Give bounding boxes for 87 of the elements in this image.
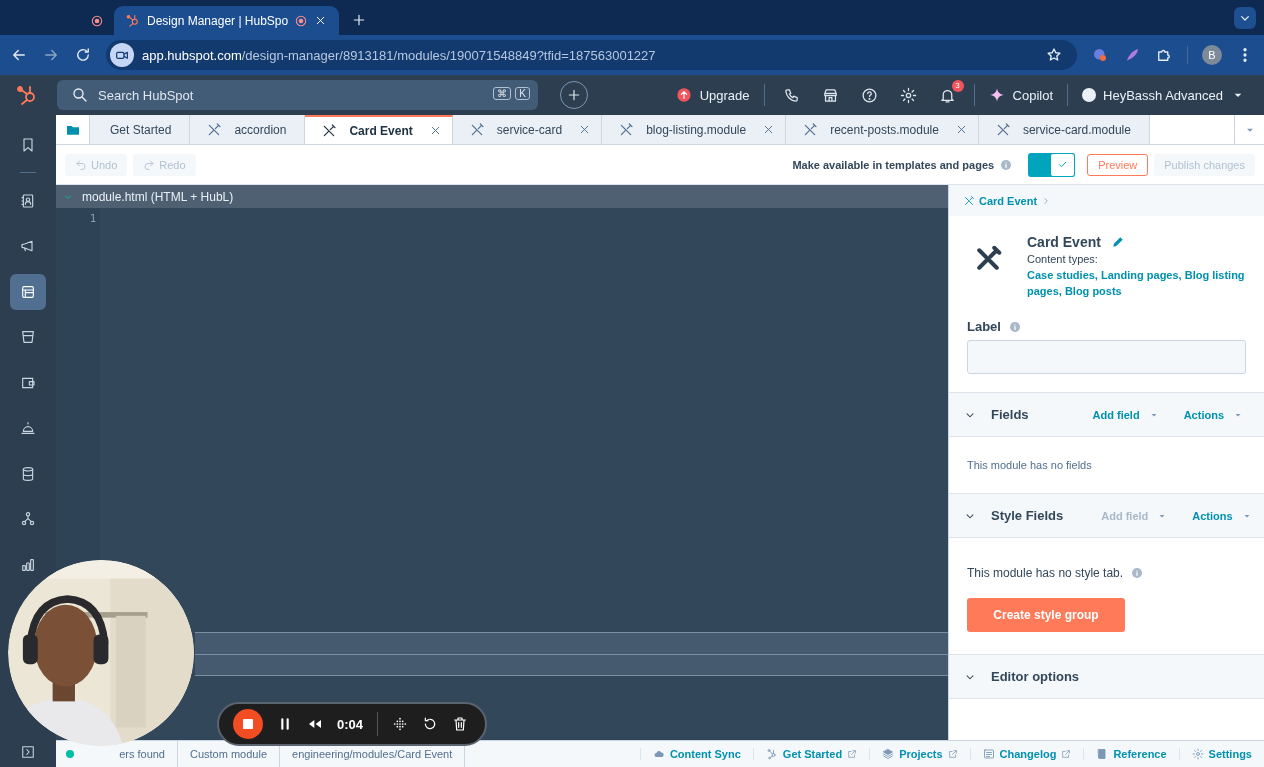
tab-label: Card Event	[348, 123, 414, 138]
book-icon	[1096, 748, 1109, 760]
file-name: module.html (HTML + HubL)	[82, 189, 234, 204]
profile-avatar[interactable]: B	[1202, 45, 1222, 65]
status-text: Custom module	[190, 748, 268, 760]
tools-icon	[963, 194, 975, 207]
network-icon	[765, 748, 778, 760]
section-header[interactable]: Fields Add field Actions	[949, 392, 1264, 437]
settings-icon	[1191, 748, 1204, 760]
account-menu[interactable]: HeyBassh Advanced	[1082, 87, 1246, 103]
layout-icon[interactable]	[10, 273, 46, 310]
module-title: Card Event	[1027, 234, 1101, 250]
preview-button[interactable]: Preview	[1087, 153, 1149, 176]
search-icon	[71, 86, 89, 104]
hubspot-logo-icon	[126, 13, 141, 28]
section-title: Fields	[991, 407, 1029, 422]
layers-icon	[882, 748, 895, 760]
tools-icon	[802, 121, 819, 138]
folder-button[interactable]	[56, 115, 90, 144]
info-icon	[1008, 320, 1021, 333]
settings-icon[interactable]	[899, 86, 917, 104]
tab-label: service-card.module	[1021, 122, 1132, 137]
recording-timer: 0:04	[337, 716, 364, 732]
tools-icon	[321, 122, 338, 139]
content-types-link[interactable]: Case studies, Landing pages, Blog listing pages, Blog posts	[1027, 267, 1250, 299]
avatar-icon	[1082, 88, 1097, 102]
tab-label: Get Started	[109, 122, 173, 137]
tools-icon	[206, 121, 223, 138]
field-label: Label	[967, 319, 1001, 334]
breadcrumb-link[interactable]: Card Event	[963, 194, 1038, 207]
actions-button[interactable]: Actions	[1192, 509, 1253, 522]
create-style-group-button[interactable]: Create style group	[967, 598, 1125, 632]
tab-search-icon[interactable]	[1234, 7, 1256, 29]
footer-link[interactable]: Projects	[869, 748, 970, 760]
dot-grid-icon[interactable]	[392, 716, 409, 732]
info-icon	[1000, 158, 1013, 171]
status-text: ers found	[119, 748, 165, 760]
camera-icon	[110, 43, 134, 67]
section-header[interactable]: Editor options	[949, 654, 1264, 699]
store-icon[interactable]	[821, 86, 839, 104]
help-icon[interactable]	[860, 86, 878, 104]
expand-icon[interactable]	[21, 745, 35, 759]
tab-title: Design Manager | HubSpo	[147, 13, 289, 28]
section-title: Editor options	[991, 669, 1080, 684]
browser-tab[interactable]: Design Manager | HubSpo	[114, 6, 340, 35]
content-types-label: Content types:	[1027, 253, 1099, 265]
tab-label: service-card	[495, 122, 564, 137]
footer-link[interactable]: Reference	[1083, 748, 1179, 760]
line-number: 1	[88, 213, 97, 224]
bookmark-star-icon[interactable]	[1045, 46, 1063, 64]
redo-icon	[143, 158, 156, 171]
file-header[interactable]: module.html (HTML + HubL)	[56, 185, 948, 208]
footer-link[interactable]: Settings	[1178, 748, 1264, 760]
address-bar[interactable]: app.hubspot.com/design-manager/8913181/modules/190071548849?tfid=187563001227	[106, 40, 1077, 70]
label-field[interactable]	[967, 340, 1246, 374]
notification-badge: 3	[951, 79, 964, 92]
file-tab[interactable]: Card Event	[305, 115, 453, 144]
extension-icon[interactable]	[1091, 46, 1109, 64]
upgrade-icon	[675, 87, 692, 103]
footer-link[interactable]: Content Sync	[639, 748, 753, 760]
reload-icon[interactable]	[74, 46, 92, 64]
undo-icon	[75, 158, 87, 171]
tab-label: blog-listing.module	[645, 122, 748, 137]
tab-label: accordion	[233, 122, 288, 137]
url-text: app.hubspot.com/design-manager/8913181/modules/190071548849?tfid=187563001227	[142, 47, 656, 63]
cloud-icon	[652, 748, 665, 760]
actions-button[interactable]: Actions	[1183, 408, 1244, 421]
status-text: engineering/modules/Card Event	[292, 748, 453, 760]
footer-link[interactable]: Changelog	[969, 748, 1084, 760]
tab-label: recent-posts.module	[829, 122, 940, 137]
section-title: Style Fields	[991, 508, 1064, 523]
shortcut-key: K	[515, 87, 530, 100]
footer-link[interactable]: Get Started	[752, 748, 870, 760]
log-icon	[982, 748, 995, 760]
upgrade-button[interactable]: Upgrade	[675, 87, 750, 103]
phone-icon[interactable]	[782, 86, 800, 104]
stop-button[interactable]	[233, 709, 263, 739]
empty-message: This module has no fields	[967, 459, 1092, 471]
empty-message: This module has no style tab.	[967, 566, 1124, 580]
availability-label: Make available in templates and pages	[792, 158, 995, 171]
copilot-button[interactable]: Copilot	[988, 87, 1054, 103]
shortcut-key: ⌘	[493, 87, 512, 100]
availability-toggle[interactable]	[1028, 152, 1076, 177]
add-field-button[interactable]: Add field	[1092, 408, 1160, 421]
trash-icon[interactable]	[452, 716, 469, 732]
tools-icon	[618, 121, 635, 138]
edit-icon[interactable]	[1110, 235, 1125, 249]
